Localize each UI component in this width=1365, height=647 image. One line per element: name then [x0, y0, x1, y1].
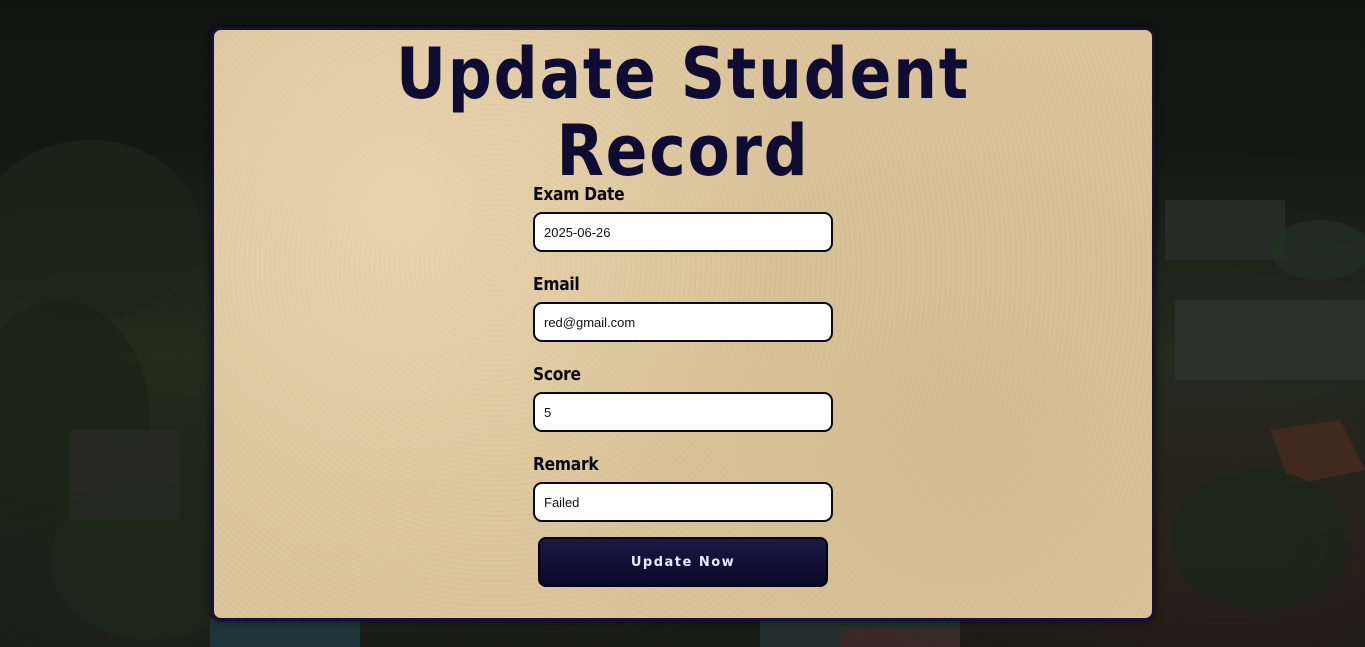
update-now-button[interactable]: Update Now	[538, 537, 828, 587]
email-field[interactable]	[533, 302, 833, 342]
remark-field[interactable]	[533, 482, 833, 522]
remark-label: Remark	[533, 454, 599, 475]
exam-date-field[interactable]	[533, 212, 833, 252]
score-field[interactable]	[533, 392, 833, 432]
update-record-form: Exam Date Email Score Remark Update Now	[533, 182, 837, 587]
page-title: Update Student Record	[396, 33, 970, 192]
exam-date-label: Exam Date	[533, 184, 625, 205]
score-label: Score	[533, 364, 581, 385]
email-label: Email	[533, 274, 580, 295]
update-record-card: Update Student Record Exam Date Email Sc…	[211, 27, 1155, 621]
